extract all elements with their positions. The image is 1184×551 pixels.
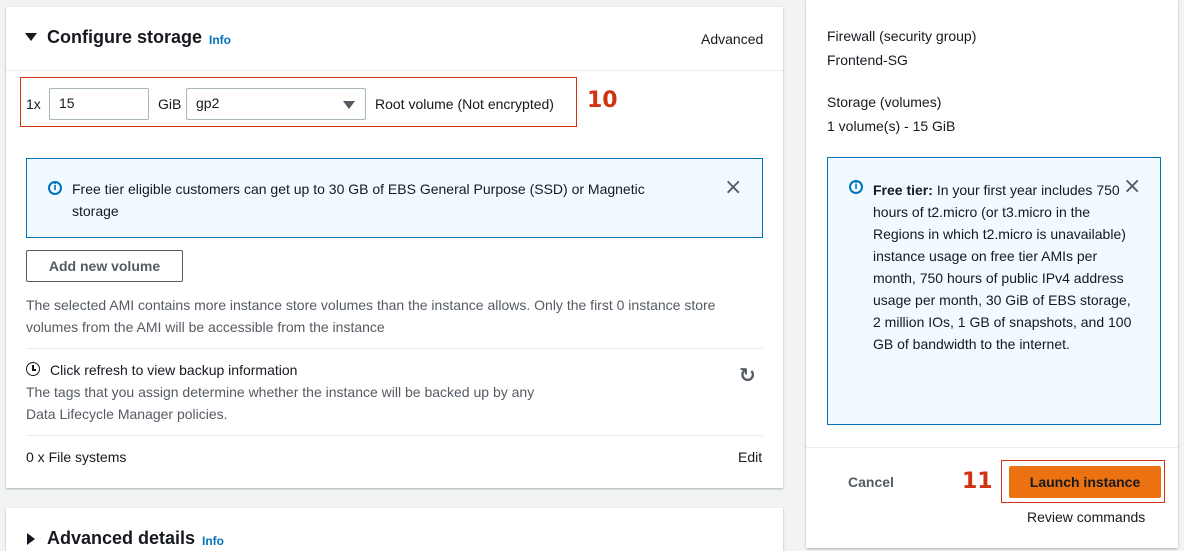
section-title: Configure storage — [47, 27, 203, 47]
clock-icon — [26, 362, 40, 376]
info-link[interactable]: Info — [209, 33, 231, 47]
cancel-button[interactable]: Cancel — [848, 474, 894, 490]
ami-note: The selected AMI contains more instance … — [26, 297, 716, 335]
annotation-number-11: 11 — [962, 469, 993, 494]
backup-desc-line1: The tags that you assign determine wheth… — [26, 384, 535, 400]
backup-desc-line2: Data Lifecycle Manager policies. — [26, 406, 228, 422]
firewall-link[interactable]: Firewall (security group) — [827, 28, 976, 44]
backup-title: Click refresh to view backup information — [50, 362, 298, 378]
alert-text: Free tier eligible customers can get up … — [72, 181, 645, 219]
close-icon[interactable]: × — [724, 177, 742, 199]
annotation-box-11 — [1001, 460, 1165, 503]
divider — [26, 435, 763, 436]
divider — [26, 348, 763, 349]
info-icon: i — [48, 181, 62, 195]
collapse-caret-icon[interactable] — [25, 33, 37, 41]
advanced-info-link[interactable]: Info — [202, 534, 224, 548]
close-icon[interactable]: × — [1123, 176, 1141, 198]
annotation-box-10 — [20, 77, 577, 127]
section-header: Configure storage Info Advanced — [6, 7, 783, 71]
review-commands-link[interactable]: Review commands — [1027, 509, 1145, 525]
file-systems-label: 0 x File systems — [26, 449, 127, 465]
info-icon: i — [849, 180, 863, 194]
free-tier-text: Free tier: In your first year includes 7… — [873, 179, 1138, 355]
storage-link[interactable]: Storage (volumes) — [827, 94, 941, 110]
edit-file-systems-link[interactable]: Edit — [738, 449, 762, 465]
annotation-number-10: 10 — [587, 88, 618, 113]
refresh-icon[interactable]: ↻ — [739, 365, 756, 385]
advanced-details-panel: Advanced details Info — [6, 508, 783, 551]
advanced-details-title[interactable]: Advanced details — [47, 528, 195, 549]
add-new-volume-button[interactable]: Add new volume — [26, 250, 183, 282]
free-tier-body: In your first year includes 750 hours of… — [873, 182, 1132, 352]
free-tier-alert: i Free tier eligible customers can get u… — [26, 158, 763, 238]
free-tier-info-box: i Free tier: In your first year includes… — [827, 157, 1161, 425]
free-tier-heading: Free tier: — [873, 182, 933, 198]
divider — [806, 447, 1178, 448]
storage-value: 1 volume(s) - 15 GiB — [827, 118, 956, 134]
firewall-value: Frontend-SG — [827, 52, 908, 68]
expand-caret-icon[interactable] — [27, 533, 35, 545]
advanced-link[interactable]: Advanced — [701, 31, 763, 47]
